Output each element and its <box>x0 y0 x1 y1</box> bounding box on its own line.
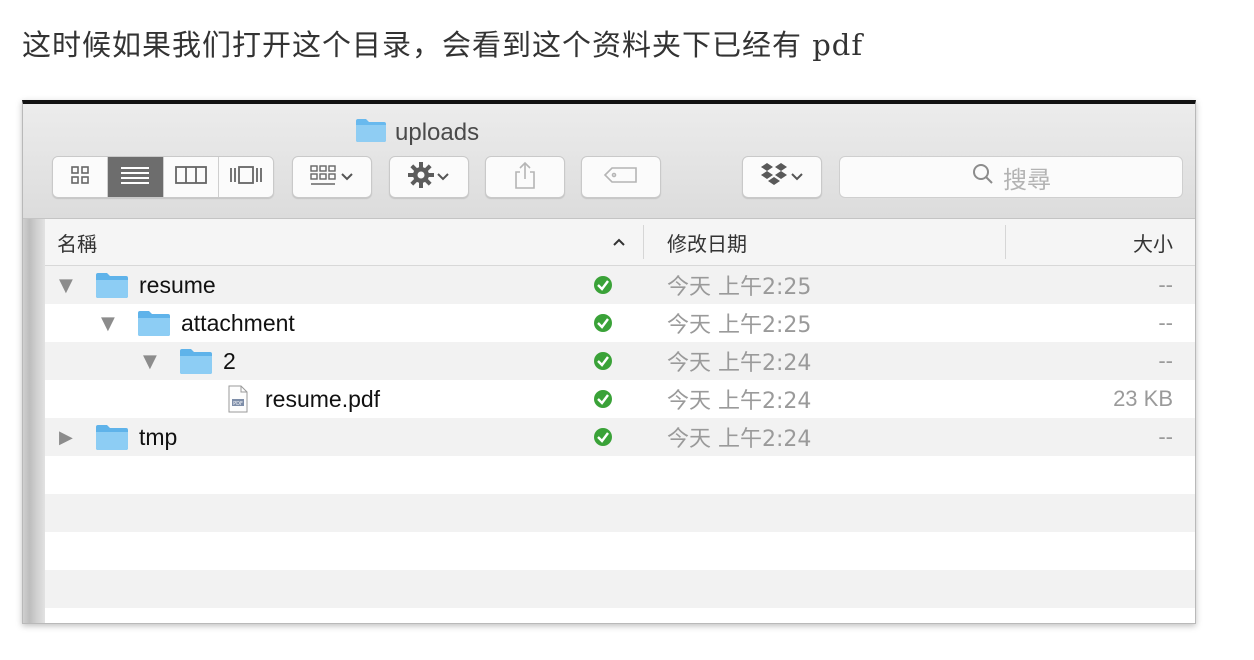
arrange-button[interactable] <box>292 156 372 198</box>
arrange-icon <box>309 163 339 191</box>
sync-check-icon <box>593 342 613 380</box>
item-name: 2 <box>223 347 236 374</box>
item-modified-date: 今天 上午2:24 <box>667 427 812 452</box>
window-title-text: uploads <box>395 119 480 146</box>
share-button[interactable] <box>485 156 565 198</box>
disclosure-expanded-icon[interactable]: ▼ <box>59 266 73 304</box>
item-size: -- <box>1158 348 1173 373</box>
chevron-down-icon <box>789 168 805 187</box>
folder-row[interactable]: ▶ tmp 今天 上午2:24 -- <box>45 418 1195 456</box>
sync-check-icon <box>593 266 613 304</box>
sync-check-icon <box>593 304 613 342</box>
search-placeholder: 搜尋 <box>1003 165 1051 194</box>
item-size: -- <box>1158 272 1173 297</box>
list-view-icon <box>119 164 151 190</box>
finder-window: uploads 搜尋 名稱 修改日期 大小 ▼ resume 今天 上午2:25… <box>22 100 1196 624</box>
action-button[interactable] <box>389 156 469 198</box>
search-field[interactable]: 搜尋 <box>839 156 1183 198</box>
icon-view-icon <box>69 164 91 190</box>
column-header-name[interactable]: 名稱 <box>57 219 97 265</box>
item-modified-date: 今天 上午2:24 <box>667 351 812 376</box>
item-name: resume <box>139 271 216 298</box>
cover-flow-button[interactable] <box>218 157 273 197</box>
icon-view-button[interactable] <box>53 157 109 197</box>
column-divider[interactable] <box>643 225 644 259</box>
column-view-button[interactable] <box>163 157 219 197</box>
item-size: -- <box>1158 310 1173 335</box>
column-header: 名稱 修改日期 大小 <box>45 219 1195 266</box>
folder-icon <box>95 266 129 304</box>
folder-icon <box>179 342 213 380</box>
toolbar: uploads 搜尋 <box>23 104 1195 219</box>
search-icon <box>971 162 995 192</box>
folder-icon <box>137 304 171 342</box>
folder-icon <box>95 418 129 456</box>
file-list: 名稱 修改日期 大小 ▼ resume 今天 上午2:25 -- ▼ attachment… <box>45 219 1195 623</box>
item-name: tmp <box>139 423 178 450</box>
empty-row <box>45 456 1195 494</box>
folder-icon <box>355 117 387 150</box>
disclosure-expanded-icon[interactable]: ▼ <box>101 304 115 342</box>
item-name: resume.pdf <box>265 385 381 412</box>
column-view-icon <box>174 164 208 190</box>
disclosure-expanded-icon[interactable]: ▼ <box>143 342 157 380</box>
column-size-label: 大小 <box>1133 231 1173 256</box>
item-modified-date: 今天 上午2:25 <box>667 313 812 338</box>
dropbox-icon <box>759 161 789 193</box>
window-title: uploads <box>355 118 479 148</box>
empty-row <box>45 532 1195 570</box>
tags-button[interactable] <box>581 156 661 198</box>
tag-icon <box>603 165 639 189</box>
gear-icon <box>407 161 435 193</box>
sync-check-icon <box>593 418 613 456</box>
file-row[interactable]: PDF resume.pdf 今天 上午2:24 23 KB <box>45 380 1195 418</box>
pdf-file-icon: PDF <box>227 380 249 418</box>
empty-row <box>45 570 1195 608</box>
column-header-size[interactable]: 大小 <box>1133 219 1173 265</box>
folder-row[interactable]: ▼ 2 今天 上午2:24 -- <box>45 342 1195 380</box>
caption-text: 这时候如果我们打开这个目录，会看到这个资料夹下已经有 pdf <box>22 28 864 62</box>
disclosure-collapsed-icon[interactable]: ▶ <box>59 418 73 456</box>
list-view-button[interactable] <box>108 157 164 197</box>
view-mode-control <box>52 156 274 198</box>
share-icon <box>512 160 538 194</box>
item-size: 23 KB <box>1113 386 1173 411</box>
folder-row[interactable]: ▼ resume 今天 上午2:25 -- <box>45 266 1195 304</box>
folder-row[interactable]: ▼ attachment 今天 上午2:25 -- <box>45 304 1195 342</box>
column-name-label: 名稱 <box>57 231 97 256</box>
item-modified-date: 今天 上午2:25 <box>667 275 812 300</box>
sidebar-edge <box>23 219 45 623</box>
column-header-modified[interactable]: 修改日期 <box>667 219 747 265</box>
item-size: -- <box>1158 424 1173 449</box>
item-modified-date: 今天 上午2:24 <box>667 389 812 414</box>
item-name: attachment <box>181 309 295 336</box>
column-modified-label: 修改日期 <box>667 231 747 256</box>
sync-check-icon <box>593 380 613 418</box>
dropbox-button[interactable] <box>742 156 822 198</box>
column-divider[interactable] <box>1005 225 1006 259</box>
cover-flow-icon <box>228 164 264 190</box>
empty-row <box>45 494 1195 532</box>
chevron-down-icon <box>435 168 451 187</box>
svg-text:PDF: PDF <box>233 401 243 407</box>
chevron-down-icon <box>339 168 355 187</box>
sort-indicator[interactable] <box>611 219 627 265</box>
